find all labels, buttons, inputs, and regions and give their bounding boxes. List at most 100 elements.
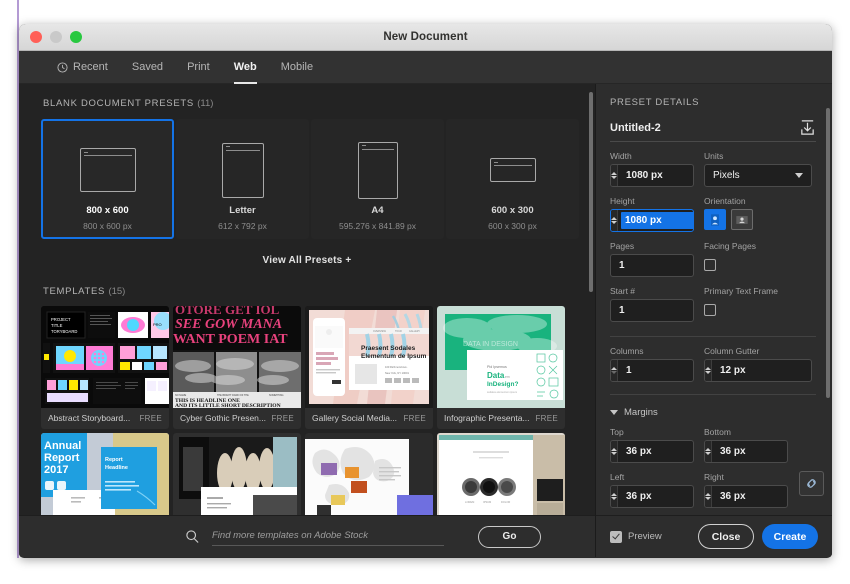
create-button[interactable]: Create — [762, 524, 818, 549]
column-gutter-stepper[interactable] — [705, 360, 712, 381]
margin-top-stepper[interactable] — [611, 441, 618, 462]
width-units-row: Width Units Pixels — [610, 151, 816, 187]
height-input[interactable] — [621, 212, 693, 229]
height-orientation-row: Height Orientation — [610, 196, 816, 232]
preview-checkbox[interactable] — [610, 530, 622, 543]
start-number-field: Start # — [610, 286, 753, 322]
tab-print[interactable]: Print — [175, 51, 222, 84]
template-thumbnail: OVERVIEW TOUR GALLERY Praesent Sodales E… — [305, 306, 433, 408]
tab-mobile[interactable]: Mobile — [269, 51, 325, 84]
margin-left-input-box[interactable] — [610, 485, 694, 508]
margin-right-input-box[interactable] — [704, 485, 788, 508]
column-gutter-input[interactable] — [712, 360, 811, 381]
svg-text:TOUR: TOUR — [395, 330, 402, 333]
tab-recent-label: Recent — [73, 61, 108, 73]
margin-top-input[interactable] — [618, 441, 693, 462]
left-pane-scrollbar[interactable] — [589, 92, 593, 292]
tab-recent[interactable]: Recent — [45, 51, 120, 84]
tab-saved[interactable]: Saved — [120, 51, 175, 84]
svg-text:Praesent Sodales: Praesent Sodales — [361, 345, 416, 352]
margin-bottom-stepper[interactable] — [705, 441, 712, 462]
margin-left-stepper[interactable] — [611, 486, 618, 507]
svg-text:OTORE GET IOL: OTORE GET IOL — [175, 306, 280, 317]
preset-card-letter[interactable]: Letter 612 x 792 px — [176, 119, 309, 239]
save-preset-icon[interactable] — [799, 119, 816, 136]
svg-text:AND ITS LITTLE SHORT DESCRIPTI: AND ITS LITTLE SHORT DESCRIPTION — [175, 403, 281, 408]
svg-text:Headline: Headline — [105, 465, 128, 471]
tab-bar: Recent Saved Print Web Mobile — [19, 51, 832, 84]
columns-input-box[interactable] — [610, 359, 694, 382]
preset-details-scrollbar[interactable] — [826, 108, 830, 398]
height-input-box[interactable] — [610, 209, 694, 232]
columns-stepper[interactable] — [611, 360, 618, 381]
height-stepper[interactable] — [611, 210, 618, 231]
svg-text:100 Richmond Ave.: 100 Richmond Ave. — [385, 365, 408, 369]
template-card[interactable]: OTORE GET IOL SEE GOW MANA WANT POEM IAT — [173, 306, 301, 429]
width-input[interactable] — [618, 165, 693, 186]
template-card[interactable]: OVERVIEW TOUR GALLERY Praesent Sodales E… — [305, 306, 433, 429]
tab-saved-label: Saved — [131, 61, 164, 73]
preset-title: 600 x 300 — [491, 205, 534, 216]
template-name: Cyber Gothic Presen... — [180, 413, 266, 423]
margin-right-stepper[interactable] — [705, 486, 712, 507]
view-all-presets-button[interactable]: View All Presets + — [19, 239, 595, 266]
tab-print-label: Print — [187, 61, 210, 73]
template-card[interactable] — [173, 433, 301, 515]
document-name-input[interactable] — [610, 121, 770, 134]
margin-right-input[interactable] — [712, 486, 787, 507]
preset-title: 800 x 600 — [86, 205, 129, 216]
template-caption: Infographic Presenta... FREE — [437, 408, 565, 429]
template-card[interactable]: PROJECT TITLE TORYBOARD PRO Abstract Sto… — [41, 306, 169, 429]
primary-text-frame-checkbox[interactable] — [704, 304, 716, 316]
svg-text:WANT POEM IAT: WANT POEM IAT — [173, 332, 288, 347]
preview-toggle[interactable]: Preview — [610, 530, 662, 543]
width-input-box[interactable] — [610, 164, 694, 187]
template-card[interactable]: LOREM IPSUM DOLOR — [437, 433, 565, 515]
preset-card-600x300[interactable]: 600 x 300 600 x 300 px — [446, 119, 579, 239]
svg-text:Elementum de Ipsum: Elementum de Ipsum — [361, 353, 427, 360]
margin-bottom-input[interactable] — [712, 441, 787, 462]
columns-input[interactable] — [618, 360, 693, 381]
template-card[interactable]: Annual Report 2017 Report Headline — [41, 433, 169, 515]
svg-text:IPSUM: IPSUM — [483, 500, 491, 504]
dialog-body: BLANK DOCUMENT PRESETS (11) 800 x 600 80… — [19, 84, 832, 557]
close-button[interactable]: Close — [698, 524, 754, 549]
new-document-window: New Document Recent Saved Print Web Mobi… — [19, 24, 832, 558]
preset-thumb-wide-icon — [489, 139, 536, 201]
margin-top-input-box[interactable] — [610, 440, 694, 463]
facing-pages-checkbox[interactable] — [704, 259, 716, 271]
column-gutter-input-box[interactable] — [704, 359, 812, 382]
preset-card-800x600[interactable]: 800 x 600 800 x 600 px — [41, 119, 174, 239]
width-stepper[interactable] — [611, 165, 618, 186]
chevron-down-icon — [795, 173, 803, 178]
template-thumbnail: LOREM IPSUM DOLOR — [437, 433, 565, 515]
template-thumbnail: Annual Report 2017 Report Headline — [41, 433, 169, 515]
preset-subtitle: 600 x 300 px — [488, 221, 537, 231]
presets-scroll-area[interactable]: BLANK DOCUMENT PRESETS (11) 800 x 600 80… — [19, 84, 595, 515]
tab-web-label: Web — [233, 61, 257, 73]
orientation-landscape-button[interactable] — [731, 209, 753, 230]
margin-left-input[interactable] — [618, 486, 693, 507]
stock-search-bar: Go — [19, 515, 595, 557]
link-margins-button[interactable] — [799, 471, 824, 496]
pages-input-box[interactable] — [610, 254, 753, 277]
margin-bottom-input-box[interactable] — [704, 440, 788, 463]
margin-left-field: Left — [610, 472, 694, 508]
units-field: Units Pixels — [704, 151, 812, 187]
margins-section-toggle[interactable]: Margins — [610, 407, 816, 418]
column-gutter-label: Column Gutter — [704, 346, 760, 356]
orientation-label: Orientation — [704, 196, 746, 206]
preview-label: Preview — [628, 531, 662, 542]
template-thumbnail: DATA IN DESIGN Pid Ipsemus Data em InDes… — [437, 306, 565, 408]
template-card[interactable] — [305, 433, 433, 515]
window-titlebar: New Document — [19, 24, 832, 51]
preset-card-a4[interactable]: A4 595.276 x 841.89 px — [311, 119, 444, 239]
start-number-input-box[interactable] — [610, 299, 753, 322]
tab-web[interactable]: Web — [222, 51, 269, 84]
orientation-portrait-button[interactable] — [704, 209, 726, 230]
stock-search-go-button[interactable]: Go — [478, 525, 541, 548]
template-card[interactable]: DATA IN DESIGN Pid Ipsemus Data em InDes… — [437, 306, 565, 429]
units-select[interactable]: Pixels — [704, 164, 812, 187]
margin-right-field: Right — [704, 472, 788, 508]
stock-search-input[interactable] — [212, 527, 444, 546]
